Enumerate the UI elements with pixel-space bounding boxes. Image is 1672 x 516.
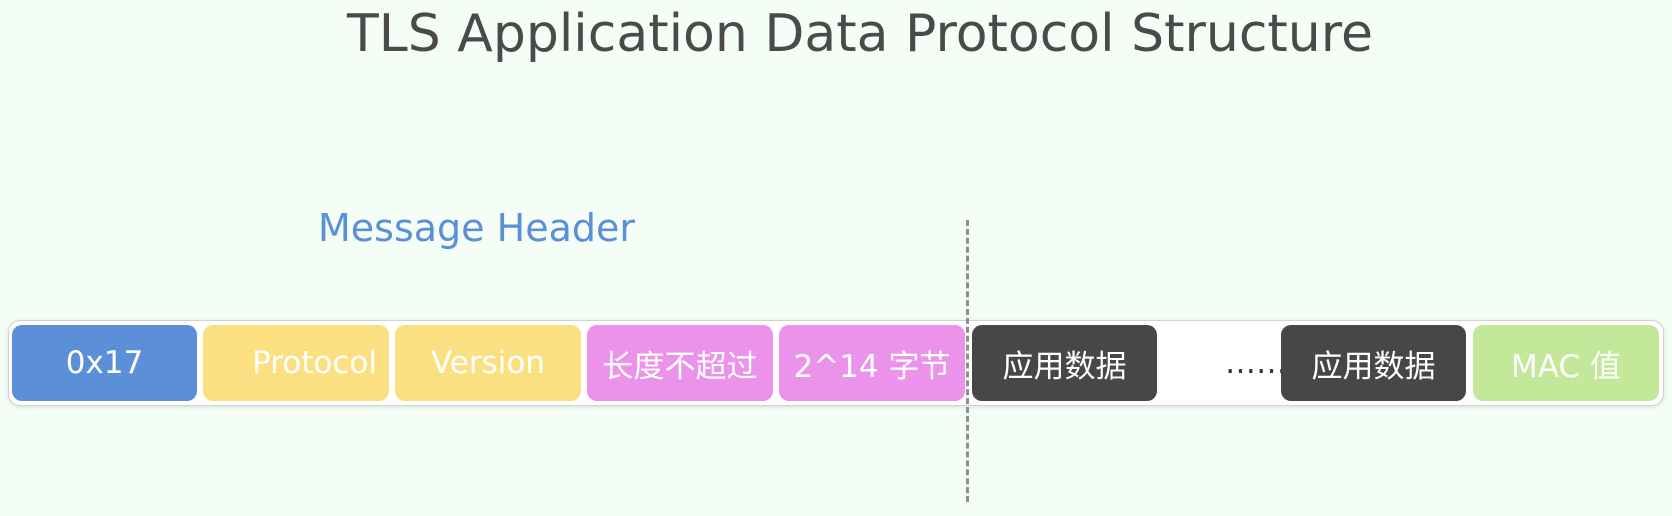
length-field-part1: 长度不超过: [587, 325, 773, 401]
header-divider: [966, 220, 969, 502]
mac-field: MAC 值: [1473, 325, 1659, 401]
diagram-title: TLS Application Data Protocol Structure: [346, 4, 1373, 64]
length-field-part2: 2^14 字节: [779, 325, 965, 401]
application-data-field-2: 应用数据: [1281, 325, 1466, 401]
content-type-field: 0x17: [12, 325, 197, 401]
message-header-label: Message Header: [318, 206, 635, 250]
protocol-field: Protocol: [203, 325, 389, 401]
application-data-field-1: 应用数据: [972, 325, 1157, 401]
version-field: Version: [395, 325, 581, 401]
